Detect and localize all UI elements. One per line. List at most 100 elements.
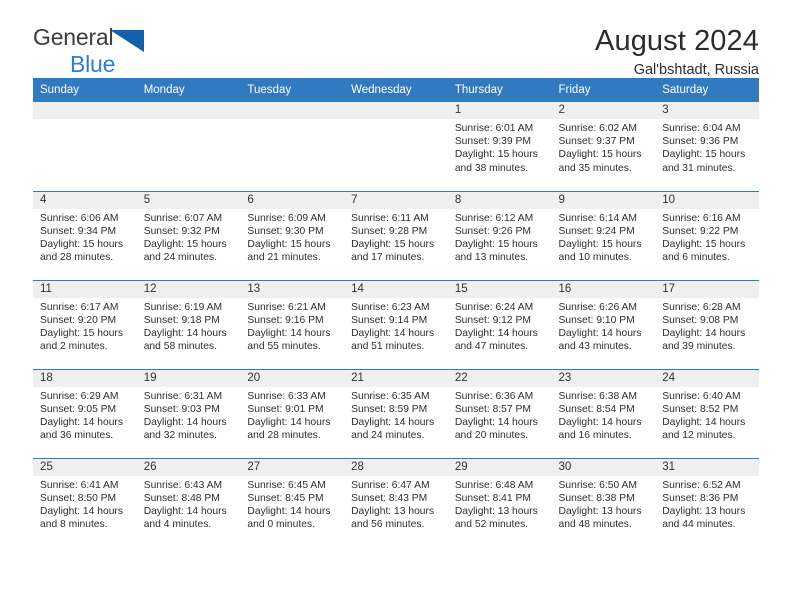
calendar-day-cell[interactable]: 28 Sunrise: 6:47 AM Sunset: 8:43 PM Dayligh… xyxy=(344,457,448,547)
daylight-duration-line2: and 28 minutes. xyxy=(40,252,114,264)
sunrise-time: Sunrise: 6:38 AM xyxy=(558,390,637,402)
calendar-day-cell[interactable]: 1 Sunrise: 6:01 AM Sunset: 9:39 PM Daylight… xyxy=(447,102,552,191)
weekday-header-tuesday: Tuesday xyxy=(240,78,345,102)
brand-name-general: General xyxy=(33,24,114,50)
calendar-day-cell[interactable]: 2 Sunrise: 6:02 AM Sunset: 9:37 PM Daylight… xyxy=(551,102,656,191)
calendar-day-cell[interactable]: 24 Sunrise: 6:40 AM Sunset: 8:52 PM Dayligh… xyxy=(655,368,759,458)
sunrise-sunset-calendar: Sunday Monday Tuesday Wednesday Thursday… xyxy=(33,78,759,547)
calendar-day-cell[interactable]: 22 Sunrise: 6:36 AM Sunset: 8:57 PM Dayligh… xyxy=(447,368,552,458)
calendar-day-cell[interactable]: 27 Sunrise: 6:45 AM Sunset: 8:45 PM Dayligh… xyxy=(240,457,345,547)
day-details: Sunrise: 6:01 AM Sunset: 9:39 PM Daylight:… xyxy=(448,119,552,175)
day-number: 1 xyxy=(447,102,552,119)
calendar-day-cell[interactable]: 25 Sunrise: 6:41 AM Sunset: 8:50 PM Dayligh… xyxy=(33,457,137,548)
day-number: 22 xyxy=(447,369,552,387)
daylight-duration-line2: and 16 minutes. xyxy=(558,430,632,442)
calendar-day-cell[interactable]: 12 Sunrise: 6:19 AM Sunset: 9:18 PM Dayligh… xyxy=(136,279,241,369)
calendar-day-cell[interactable]: 3 Sunrise: 6:04 AM Sunset: 9:36 PM Daylight… xyxy=(655,102,759,191)
sunset-time: Sunset: 9:39 PM xyxy=(454,136,531,148)
calendar-day-cell[interactable]: 19 Sunrise: 6:31 AM Sunset: 9:03 PM Dayligh… xyxy=(136,368,241,458)
sunset-time: Sunset: 9:01 PM xyxy=(247,403,324,415)
daylight-duration-line1: Daylight: 14 hours xyxy=(662,416,746,428)
calendar-day-cell[interactable]: 30 Sunrise: 6:50 AM Sunset: 8:38 PM Dayligh… xyxy=(551,457,656,547)
brand-logo[interactable]: General Blue xyxy=(33,26,213,82)
calendar-day-cell[interactable]: 4 Sunrise: 6:06 AM Sunset: 9:34 PM Daylight… xyxy=(33,190,137,280)
day-details: Sunrise: 6:24 AM Sunset: 9:12 PM Daylight:… xyxy=(448,298,552,354)
sunrise-time: Sunrise: 6:45 AM xyxy=(247,479,326,491)
sunset-time: Sunset: 9:10 PM xyxy=(558,314,635,326)
daylight-duration-line1: Daylight: 15 hours xyxy=(40,238,123,250)
day-details: Sunrise: 6:48 AM Sunset: 8:41 PM Daylight:… xyxy=(448,476,552,532)
day-cell-inner: 10 Sunrise: 6:16 AM Sunset: 9:22 PM Dayligh… xyxy=(655,191,759,280)
calendar-day-cell[interactable]: 23 Sunrise: 6:38 AM Sunset: 8:54 PM Dayligh… xyxy=(551,368,656,458)
day-details: Sunrise: 6:47 AM Sunset: 8:43 PM Daylight:… xyxy=(344,476,448,532)
calendar-day-cell[interactable]: 17 Sunrise: 6:28 AM Sunset: 9:08 PM Dayligh… xyxy=(655,279,759,369)
calendar-day-cell[interactable]: 15 Sunrise: 6:24 AM Sunset: 9:12 PM Dayligh… xyxy=(447,279,552,369)
daylight-duration-line2: and 38 minutes. xyxy=(454,162,529,174)
day-details: Sunrise: 6:16 AM Sunset: 9:22 PM Daylight:… xyxy=(655,209,759,265)
daylight-duration-line1: Daylight: 14 hours xyxy=(454,416,538,428)
sunset-time: Sunset: 8:41 PM xyxy=(454,492,531,504)
sunset-time: Sunset: 9:22 PM xyxy=(662,225,739,237)
day-details: Sunrise: 6:26 AM Sunset: 9:10 PM Daylight:… xyxy=(552,298,656,354)
sunrise-time: Sunrise: 6:26 AM xyxy=(558,301,637,313)
calendar-day-cell[interactable]: 31 Sunrise: 6:52 AM Sunset: 8:36 PM Dayligh… xyxy=(655,457,759,548)
day-number xyxy=(240,102,345,119)
daylight-duration-line1: Daylight: 14 hours xyxy=(143,505,227,517)
sunrise-time: Sunrise: 6:35 AM xyxy=(351,390,430,402)
day-cell-inner: 25 Sunrise: 6:41 AM Sunset: 8:50 PM Dayligh… xyxy=(33,458,137,548)
sunset-time: Sunset: 8:50 PM xyxy=(40,492,117,504)
day-details: Sunrise: 6:43 AM Sunset: 8:48 PM Daylight:… xyxy=(137,476,241,532)
calendar-page: General Blue August 2024 Gal'bshtadt, Ru… xyxy=(0,0,792,612)
weekday-header-wednesday: Wednesday xyxy=(344,78,448,102)
daylight-duration-line1: Daylight: 15 hours xyxy=(247,238,331,250)
sunrise-time: Sunrise: 6:41 AM xyxy=(40,479,119,491)
calendar-day-cell[interactable]: 26 Sunrise: 6:43 AM Sunset: 8:48 PM Dayligh… xyxy=(136,457,241,547)
calendar-day-cell[interactable]: 6 Sunrise: 6:09 AM Sunset: 9:30 PM Daylight… xyxy=(240,190,345,280)
weekday-header-saturday: Saturday xyxy=(655,78,759,102)
calendar-day-cell[interactable]: 7 Sunrise: 6:11 AM Sunset: 9:28 PM Daylight… xyxy=(344,190,448,280)
calendar-day-cell[interactable]: 21 Sunrise: 6:35 AM Sunset: 8:59 PM Dayligh… xyxy=(344,368,448,458)
triangle-logo-icon xyxy=(110,30,145,56)
sunset-time: Sunset: 9:14 PM xyxy=(351,314,428,326)
calendar-week-row: 1 Sunrise: 6:01 AM Sunset: 9:39 PM Daylight… xyxy=(33,102,759,191)
calendar-day-cell[interactable]: 16 Sunrise: 6:26 AM Sunset: 9:10 PM Dayligh… xyxy=(551,279,656,369)
sunrise-time: Sunrise: 6:19 AM xyxy=(143,301,223,313)
day-cell-inner: 12 Sunrise: 6:19 AM Sunset: 9:18 PM Dayligh… xyxy=(136,280,241,369)
calendar-day-cell[interactable]: 5 Sunrise: 6:07 AM Sunset: 9:32 PM Daylight… xyxy=(136,190,241,280)
daylight-duration-line1: Daylight: 15 hours xyxy=(40,327,123,339)
calendar-day-cell[interactable]: 20 Sunrise: 6:33 AM Sunset: 9:01 PM Dayligh… xyxy=(240,368,345,458)
day-cell-inner: 31 Sunrise: 6:52 AM Sunset: 8:36 PM Dayligh… xyxy=(655,458,759,548)
calendar-day-cell[interactable]: 10 Sunrise: 6:16 AM Sunset: 9:22 PM Dayligh… xyxy=(655,190,759,280)
daylight-duration-line1: Daylight: 14 hours xyxy=(247,505,331,517)
sunset-time: Sunset: 8:36 PM xyxy=(662,492,739,504)
daylight-duration-line2: and 35 minutes. xyxy=(558,162,632,174)
day-number: 4 xyxy=(33,191,137,209)
daylight-duration-line2: and 55 minutes. xyxy=(247,341,321,353)
day-number: 15 xyxy=(447,280,552,298)
sunset-time: Sunset: 8:48 PM xyxy=(143,492,220,504)
day-number: 20 xyxy=(240,369,345,387)
calendar-week-row: 25 Sunrise: 6:41 AM Sunset: 8:50 PM Dayligh… xyxy=(33,457,759,548)
day-number: 30 xyxy=(551,458,656,476)
calendar-day-cell[interactable]: 9 Sunrise: 6:14 AM Sunset: 9:24 PM Daylight… xyxy=(551,190,656,280)
calendar-day-cell[interactable]: 14 Sunrise: 6:23 AM Sunset: 9:14 PM Dayligh… xyxy=(344,279,448,369)
calendar-day-cell[interactable]: 8 Sunrise: 6:12 AM Sunset: 9:26 PM Daylight… xyxy=(447,190,552,280)
calendar-day-cell[interactable]: 29 Sunrise: 6:48 AM Sunset: 8:41 PM Dayligh… xyxy=(447,457,552,547)
sunset-time: Sunset: 9:28 PM xyxy=(351,225,428,237)
daylight-duration-line1: Daylight: 14 hours xyxy=(247,327,331,339)
calendar-day-cell[interactable]: 11 Sunrise: 6:17 AM Sunset: 9:20 PM Dayligh… xyxy=(33,279,137,369)
day-cell-inner: 7 Sunrise: 6:11 AM Sunset: 9:28 PM Daylight… xyxy=(344,191,448,280)
sunset-time: Sunset: 8:45 PM xyxy=(247,492,324,504)
sunrise-time: Sunrise: 6:43 AM xyxy=(143,479,223,491)
daylight-duration-line2: and 17 minutes. xyxy=(351,252,425,264)
sunset-time: Sunset: 9:24 PM xyxy=(558,225,635,237)
weekday-header-friday: Friday xyxy=(551,78,656,102)
day-cell-inner: 14 Sunrise: 6:23 AM Sunset: 9:14 PM Dayligh… xyxy=(344,280,448,369)
calendar-day-cell[interactable]: 18 Sunrise: 6:29 AM Sunset: 9:05 PM Dayligh… xyxy=(33,368,137,458)
daylight-duration-line2: and 43 minutes. xyxy=(558,341,632,353)
day-details: Sunrise: 6:17 AM Sunset: 9:20 PM Daylight:… xyxy=(33,298,137,354)
sunrise-time: Sunrise: 6:11 AM xyxy=(351,212,429,224)
day-number: 14 xyxy=(344,280,448,298)
daylight-duration-line2: and 10 minutes. xyxy=(558,252,632,264)
calendar-day-cell[interactable]: 13 Sunrise: 6:21 AM Sunset: 9:16 PM Dayligh… xyxy=(240,279,345,369)
